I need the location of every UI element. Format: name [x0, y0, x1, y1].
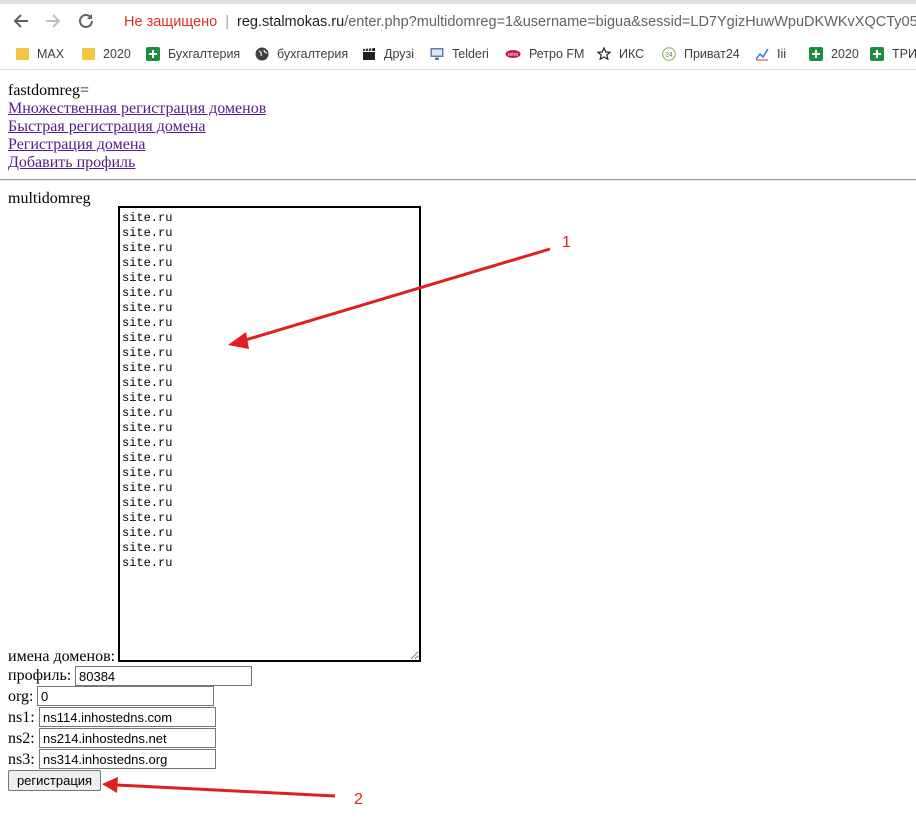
annotation-number-1: 1 [562, 234, 571, 251]
annotation-arrows [102, 247, 551, 798]
arrow-2-icon [102, 777, 336, 798]
annotation-number-2: 2 [354, 791, 363, 808]
arrow-1-icon [228, 247, 551, 349]
